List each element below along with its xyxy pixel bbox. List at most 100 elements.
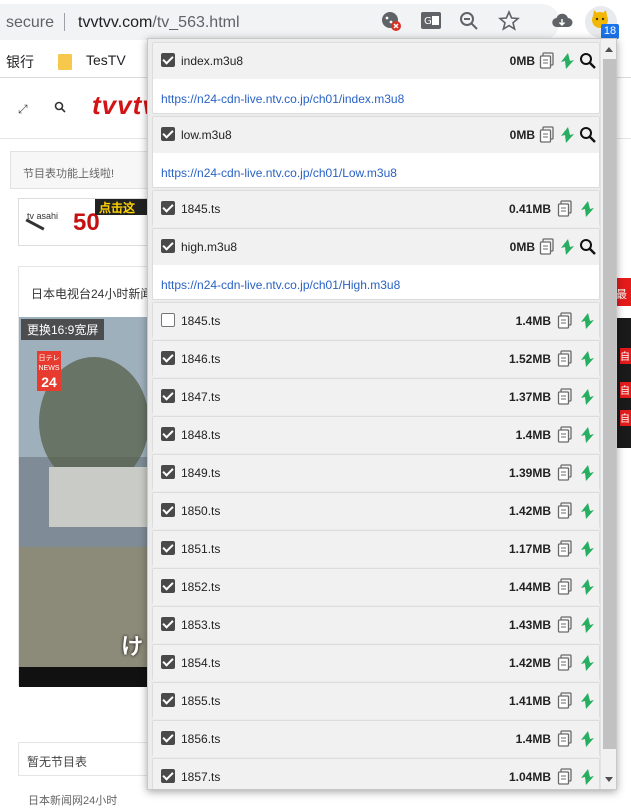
stream-size: 0MB [509,54,535,68]
translate-icon[interactable]: G [420,10,442,32]
ad-banner[interactable]: tv asahi 50 点击这 [18,198,159,246]
download-icon[interactable] [559,52,575,70]
video-player[interactable]: 更换16:9宽屏 日テレ NEWS 24 け [19,317,159,687]
page-search-icon[interactable] [54,100,66,118]
stream-url-link[interactable]: https://n24-cdn-live.ntv.co.jp/ch01/High… [161,278,400,292]
stream-entry: 1857.ts 1.04MB [152,758,600,789]
copy-url-icon[interactable] [557,540,573,558]
cookie-blocked-icon[interactable] [380,10,402,32]
stream-url-link[interactable]: https://n24-cdn-live.ntv.co.jp/ch01/inde… [161,92,404,106]
stream-checkbox[interactable] [161,465,175,479]
side-red-item[interactable]: 自 [620,382,631,398]
stream-row: 1854.ts 1.42MB [153,645,599,681]
scroll-up-arrow-icon[interactable] [605,47,613,52]
download-icon[interactable] [579,350,595,368]
copy-url-icon[interactable] [557,426,573,444]
stream-checkbox[interactable] [161,313,175,327]
stream-checkbox[interactable] [161,53,175,67]
download-icon[interactable] [579,426,595,444]
video-ground [19,547,159,687]
copy-url-icon[interactable] [557,350,573,368]
download-icon[interactable] [579,502,595,520]
download-icon[interactable] [579,616,595,634]
stream-checkbox[interactable] [161,201,175,215]
copy-url-icon[interactable] [557,654,573,672]
stream-size: 0.41MB [508,202,551,216]
download-icon[interactable] [579,464,595,482]
copy-url-icon[interactable] [557,578,573,596]
stream-checkbox[interactable] [161,127,175,141]
stream-checkbox[interactable] [161,541,175,555]
download-icon[interactable] [579,730,595,748]
side-red-item[interactable]: 自 [620,348,631,364]
download-icon[interactable] [579,540,595,558]
copy-url-icon[interactable] [557,200,573,218]
stream-filename: 1854.ts [181,656,221,670]
copy-url-icon[interactable] [557,502,573,520]
stream-checkbox[interactable] [161,427,175,441]
stream-checkbox[interactable] [161,239,175,253]
stream-filename: index.m3u8 [181,54,244,68]
video-controls-bar[interactable] [19,667,159,687]
copy-url-icon[interactable] [539,52,555,70]
copy-url-icon[interactable] [557,464,573,482]
popup-scrollbar[interactable] [600,39,616,789]
download-icon[interactable] [579,768,595,786]
bookmark-bank[interactable]: 银行 [6,52,34,72]
side-red-item[interactable]: 自 [620,410,631,426]
stream-row: 1855.ts 1.41MB [153,683,599,719]
video-subtitle: け [121,634,144,659]
stream-checkbox[interactable] [161,617,175,631]
parse-playlist-icon[interactable] [579,126,596,144]
widescreen-button[interactable]: 更换16:9宽屏 [21,319,105,340]
copy-url-icon[interactable] [557,388,573,406]
stream-checkbox[interactable] [161,769,175,783]
copy-url-icon[interactable] [557,616,573,634]
stream-filename: 1850.ts [181,504,221,518]
bookmark-star-icon[interactable] [498,10,520,32]
scrollbar-thumb[interactable] [603,59,616,749]
copy-url-icon[interactable] [557,730,573,748]
stream-filename: 1845.ts [181,314,221,328]
stream-size: 0MB [509,240,535,254]
stream-row: 1856.ts 1.4MB [153,721,599,757]
scroll-down-arrow-icon[interactable] [605,777,613,782]
stream-checkbox[interactable] [161,351,175,365]
parse-playlist-icon[interactable] [579,52,596,70]
stream-size: 1.52MB [508,352,551,366]
copy-url-icon[interactable] [539,238,555,256]
copy-url-icon[interactable] [557,692,573,710]
stream-checkbox[interactable] [161,655,175,669]
copy-url-icon[interactable] [539,126,555,144]
copy-url-icon[interactable] [557,312,573,330]
download-icon[interactable] [579,654,595,672]
stream-checkbox[interactable] [161,503,175,517]
cloud-download-icon[interactable] [551,10,573,32]
download-icon[interactable] [579,692,595,710]
parse-playlist-icon[interactable] [579,238,596,256]
stream-checkbox[interactable] [161,731,175,745]
download-icon[interactable] [579,312,595,330]
download-icon[interactable] [559,238,575,256]
expand-icon[interactable]: ⤢ [18,102,28,117]
stream-detector-popup: index.m3u8 0MB https://n24-cdn-live.ntv.co… [147,38,617,790]
stream-row: 1845.ts 0.41MB [153,191,599,227]
download-icon[interactable] [559,126,575,144]
url-path: /tv_563.html [152,14,240,31]
bookmark-testv[interactable]: TesTV [86,52,126,68]
url-text[interactable]: tvvtvv.com/tv_563.html [78,14,240,32]
notice-banner: 节目表功能上线啦! [10,151,170,189]
security-label[interactable]: secure [6,14,54,32]
stream-entry: 1854.ts 1.42MB [152,644,600,681]
zoom-out-icon[interactable] [458,10,480,32]
download-icon[interactable] [579,388,595,406]
stream-checkbox[interactable] [161,579,175,593]
stream-checkbox[interactable] [161,389,175,403]
stream-entry: 1845.ts 0.41MB [152,190,600,227]
stream-checkbox[interactable] [161,693,175,707]
stream-url-link[interactable]: https://n24-cdn-live.ntv.co.jp/ch01/Low.… [161,166,397,180]
stream-entry: 1852.ts 1.44MB [152,568,600,605]
download-icon[interactable] [579,200,595,218]
download-icon[interactable] [579,578,595,596]
copy-url-icon[interactable] [557,768,573,786]
